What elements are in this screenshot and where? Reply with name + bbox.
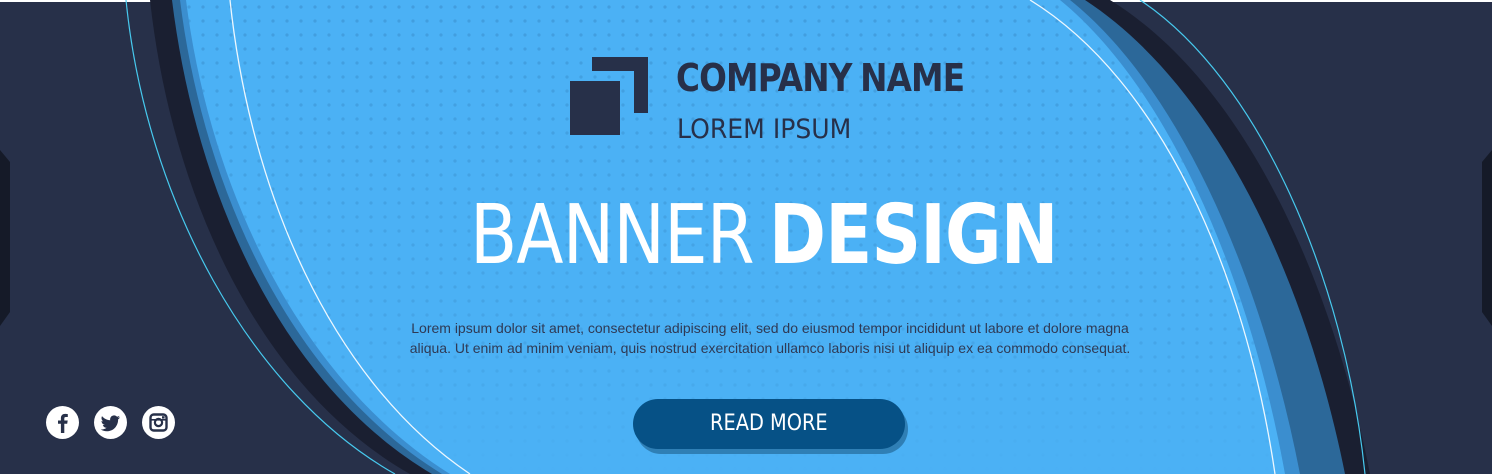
read-more-button[interactable]: READ MORE — [633, 399, 905, 449]
body-text: Lorem ipsum dolor sit amet, consectetur … — [340, 318, 1200, 358]
headline-regular: BANNER — [470, 188, 755, 283]
banner: COMPANY NAME LOREM IPSUM BANNER DESIGN Lor… — [0, 0, 1492, 474]
company-name-regular: COMPANY — [676, 56, 852, 100]
body-line-2: aliqua. Ut enim ad minim veniam, quis no… — [409, 340, 1131, 356]
facebook-link[interactable] — [46, 406, 79, 439]
twitter-icon — [100, 415, 120, 432]
tagline: LOREM IPSUM — [677, 114, 852, 145]
twitter-link[interactable] — [94, 406, 127, 439]
instagram-link[interactable] — [142, 406, 175, 439]
read-more-label: READ MORE — [710, 411, 828, 436]
social-links — [46, 406, 175, 440]
instagram-icon — [149, 413, 168, 432]
company-name-bold: NAME — [860, 56, 965, 100]
company-name: COMPANY NAME — [676, 52, 965, 104]
body-line-1: Lorem ipsum dolor sit amet, consectetur … — [411, 320, 1129, 336]
headline: BANNER DESIGN — [470, 186, 1058, 286]
company-logo-icon — [570, 57, 648, 135]
headline-bold: DESIGN — [768, 188, 1058, 283]
facebook-icon — [58, 413, 68, 433]
